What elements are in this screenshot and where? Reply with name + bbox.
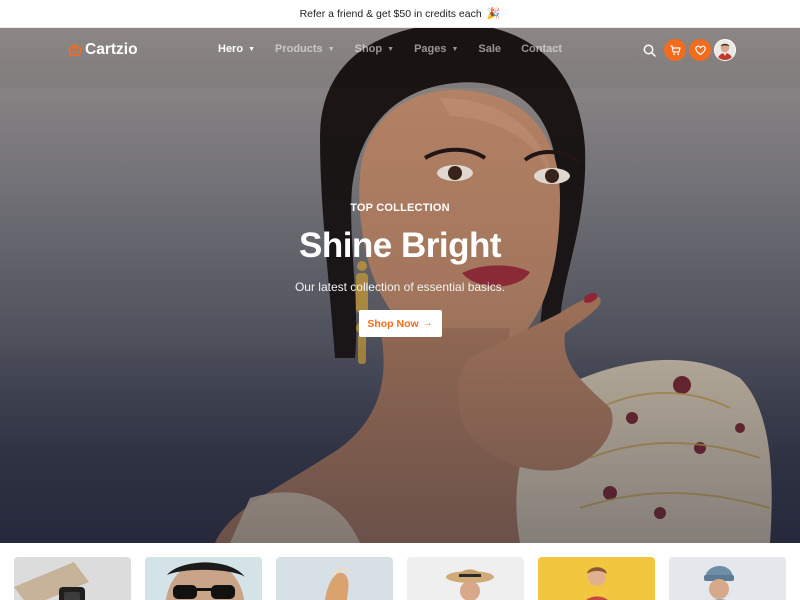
avatar-image xyxy=(715,40,735,60)
menu-label: Contact xyxy=(521,43,563,55)
sunglasses-image xyxy=(165,562,245,600)
hero-content: TOP COLLECTION Shine Bright Our latest c… xyxy=(0,202,800,337)
hat-image xyxy=(446,569,494,600)
nav-actions xyxy=(640,39,736,61)
heels-image xyxy=(324,567,350,600)
category-card-watch[interactable] xyxy=(14,557,131,600)
category-card-beanie[interactable] xyxy=(669,557,786,600)
brand-name: Cartzio xyxy=(85,41,138,58)
hero-subtitle: Our latest collection of essential basic… xyxy=(294,280,506,294)
beanie-image xyxy=(704,565,734,600)
primary-menu: Hero ▼ Products ▼ Shop ▼ Pages ▼ Sale Co… xyxy=(218,43,582,55)
hero-banner: Cartzio Hero ▼ Products ▼ Shop ▼ Pages ▼… xyxy=(0,28,800,543)
user-avatar[interactable] xyxy=(714,39,736,61)
cart-button[interactable] xyxy=(664,39,686,61)
caret-down-icon: ▼ xyxy=(327,45,335,53)
menu-item-shop[interactable]: Shop ▼ xyxy=(355,43,394,55)
hero-title: Shine Bright xyxy=(298,226,502,265)
wishlist-button[interactable] xyxy=(689,39,711,61)
announcement-bar: Refer a friend & get $50 in credits each… xyxy=(0,0,800,28)
menu-label: Products xyxy=(275,43,323,55)
heart-icon xyxy=(694,45,706,55)
brand-logo[interactable]: Cartzio xyxy=(68,41,138,59)
cart-icon xyxy=(670,44,681,55)
announcement-text: Refer a friend & get $50 in credits each xyxy=(299,7,482,20)
shop-now-button[interactable]: Shop Now → xyxy=(358,310,442,337)
menu-item-products[interactable]: Products ▼ xyxy=(275,43,335,55)
category-card-sunglasses[interactable] xyxy=(145,557,262,600)
watch-image xyxy=(14,562,89,600)
category-card-heels[interactable] xyxy=(276,557,393,600)
search-button[interactable] xyxy=(640,39,658,61)
main-navbar: Cartzio Hero ▼ Products ▼ Shop ▼ Pages ▼… xyxy=(0,28,800,72)
category-strip xyxy=(14,557,800,600)
search-icon xyxy=(643,44,656,57)
caret-down-icon: ▼ xyxy=(387,45,395,53)
menu-item-sale[interactable]: Sale xyxy=(478,43,501,55)
arrow-right-icon: → xyxy=(422,318,433,329)
menu-item-pages[interactable]: Pages ▼ xyxy=(414,43,458,55)
menu-label: Sale xyxy=(478,43,502,55)
party-popper-icon: 🎉 xyxy=(486,8,501,20)
caret-down-icon: ▼ xyxy=(248,45,255,53)
shop-now-label: Shop Now xyxy=(367,317,419,330)
menu-item-contact[interactable]: Contact xyxy=(521,43,562,55)
category-card-kids[interactable] xyxy=(538,557,655,600)
caret-down-icon: ▼ xyxy=(451,45,459,53)
menu-label: Pages xyxy=(414,43,447,55)
basket-icon xyxy=(68,43,82,57)
menu-label: Shop xyxy=(354,43,383,55)
menu-label: Hero xyxy=(218,43,244,55)
menu-item-hero[interactable]: Hero ▼ xyxy=(218,43,255,55)
kids-image xyxy=(586,567,608,600)
hero-eyebrow: TOP COLLECTION xyxy=(350,202,450,214)
category-card-hat[interactable] xyxy=(407,557,524,600)
